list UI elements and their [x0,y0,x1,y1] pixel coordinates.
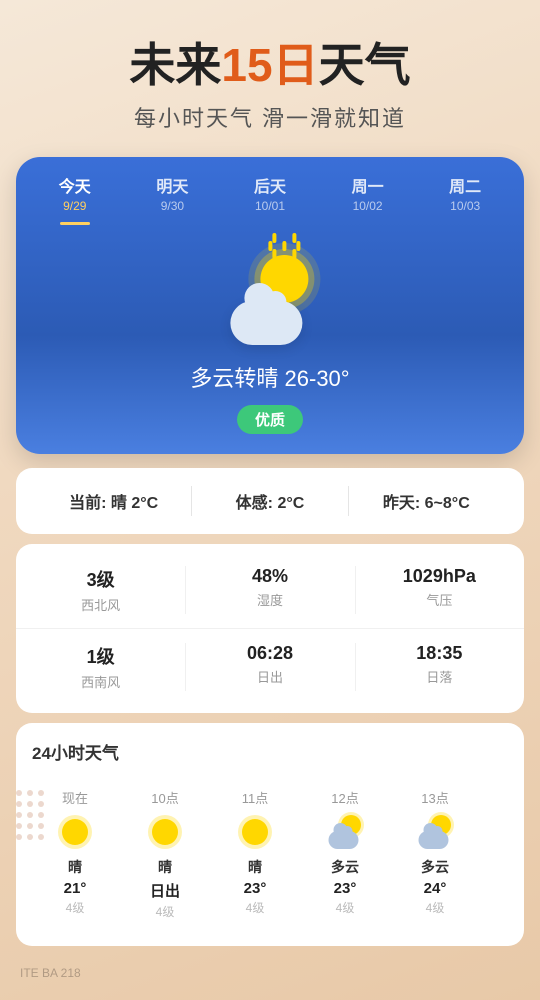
tab-today[interactable]: 今天 9/29 [26,157,124,225]
info-pressure: 1029hPa 气压 [355,552,524,628]
tab-today-date: 9/29 [30,199,120,213]
watermark: ITE BA 218 [0,956,540,1000]
hour-icon-1 [145,815,185,849]
hour-level-2: 4级 [218,899,292,916]
tab-monday-date: 10/02 [323,199,413,213]
header-title-part2: 天气 [319,39,411,91]
hour-label-0: 现在 [38,788,112,807]
wind-sw-label: 西南风 [26,672,175,691]
hour-weather-4: 多云 [398,857,472,877]
header: 未来15日天气 每小时天气 滑一滑就知道 [0,0,540,157]
sunrise-label: 日出 [195,667,344,686]
hour-item-3: 12点 多云 23° 4级 [302,778,388,930]
sunrise-value: 06:28 [195,643,344,664]
hour-weather-0: 晴 [38,857,112,877]
wind-nw-label: 西北风 [26,595,175,614]
hour-item-1: 10点 晴 日出 4级 [122,778,208,930]
humidity-value: 48% [195,566,344,587]
info-row-1: 3级 西北风 48% 湿度 1029hPa 气压 [16,552,524,628]
header-subtitle: 每小时天气 滑一滑就知道 [20,101,520,133]
tab-tomorrow[interactable]: 明天 9/30 [124,157,222,225]
hour-label-3: 12点 [308,788,382,807]
hour-item-4: 13点 多云 24° 4级 [392,778,478,930]
tab-tuesday-date: 10/03 [420,199,510,213]
hour-temp-3: 23° [308,880,382,897]
weather-description: 多云转晴 26-30° [36,361,504,393]
hour-item-0: 现在 晴 21° 4级 [32,778,118,930]
cloud-icon [230,301,302,345]
sunny-icon [62,819,88,845]
hour-temp-4: 24° [398,880,472,897]
hour-label-2: 11点 [218,788,292,807]
info-row-2: 1级 西南风 06:28 日出 18:35 日落 [16,628,524,705]
partly-cloud-icon [419,831,449,849]
hour-level-1: 4级 [128,903,202,920]
hour-weather-1: 晴 [128,857,202,877]
hour-icon-3 [325,815,365,849]
hour-weather-2: 晴 [218,857,292,877]
hourly-scroll[interactable]: 现在 晴 21° 4级 10点 晴 日出 4级 11点 晴 23° [32,778,508,930]
weather-display: 多云转晴 26-30° 优质 [16,225,524,454]
tab-monday[interactable]: 周一 10/02 [319,157,417,225]
hour-level-3: 4级 [308,899,382,916]
header-title: 未来15日天气 [20,40,520,91]
partly-cloud-icon [329,831,359,849]
info-sunrise: 06:28 日出 [185,629,354,705]
pressure-label: 气压 [365,590,514,609]
hour-label-4: 13点 [398,788,472,807]
tab-monday-label: 周一 [323,173,413,197]
header-title-accent: 15日 [221,39,318,91]
hour-icon-4 [415,815,455,849]
info-wind-nw: 3级 西北风 [16,552,185,628]
info-grid: 3级 西北风 48% 湿度 1029hPa 气压 1级 西南风 06:28 日出… [16,544,524,713]
air-quality-badge: 优质 [237,405,303,434]
hour-weather-3: 多云 [308,857,382,877]
tab-dayafter-label: 后天 [225,173,315,197]
header-title-part1: 未来 [129,39,221,91]
humidity-label: 湿度 [195,590,344,609]
hour-icon-0 [55,815,95,849]
hour-icon-2 [235,815,275,849]
decorative-dots [16,790,44,840]
tab-tomorrow-date: 9/30 [128,199,218,213]
hour-temp-1: 日出 [128,880,202,901]
tab-day-after[interactable]: 后天 10/01 [221,157,319,225]
tab-today-label: 今天 [30,173,120,197]
hour-temp-0: 21° [38,880,112,897]
info-humidity: 48% 湿度 [185,552,354,628]
weather-icon [215,255,325,345]
stat-feels-value: 体感: 2°C [236,495,305,512]
day-tabs: 今天 9/29 明天 9/30 后天 10/01 周一 10/02 周二 10/… [16,157,524,225]
hourly-title: 24小时天气 [32,739,508,764]
stat-current: 当前: 晴 2°C [36,489,191,513]
hour-temp-2: 23° [218,880,292,897]
wind-sw-value: 1级 [26,643,175,669]
pressure-value: 1029hPa [365,566,514,587]
stats-row: 当前: 晴 2°C 体感: 2°C 昨天: 6~8°C [16,468,524,534]
wind-nw-value: 3级 [26,566,175,592]
stat-current-value: 当前: 晴 2°C [69,495,158,512]
sunny-icon [152,819,178,845]
tab-tuesday-label: 周二 [420,173,510,197]
hour-item-2: 11点 晴 23° 4级 [212,778,298,930]
tab-tuesday[interactable]: 周二 10/03 [416,157,514,225]
sunset-label: 日落 [365,667,514,686]
stat-yesterday-value: 昨天: 6~8°C [383,495,470,512]
hour-label-1: 10点 [128,788,202,807]
sunset-value: 18:35 [365,643,514,664]
stat-feels-like: 体感: 2°C [192,489,347,513]
tab-tomorrow-label: 明天 [128,173,218,197]
stat-yesterday: 昨天: 6~8°C [349,489,504,513]
hour-level-4: 4级 [398,899,472,916]
info-sunset: 18:35 日落 [355,629,524,705]
tab-dayafter-date: 10/01 [225,199,315,213]
info-wind-sw: 1级 西南风 [16,629,185,705]
main-weather-card: 今天 9/29 明天 9/30 后天 10/01 周一 10/02 周二 10/… [16,157,524,454]
hourly-section: 24小时天气 现在 晴 21° 4级 10点 晴 日出 4级 11点 [16,723,524,946]
hour-level-0: 4级 [38,899,112,916]
sunny-icon [242,819,268,845]
